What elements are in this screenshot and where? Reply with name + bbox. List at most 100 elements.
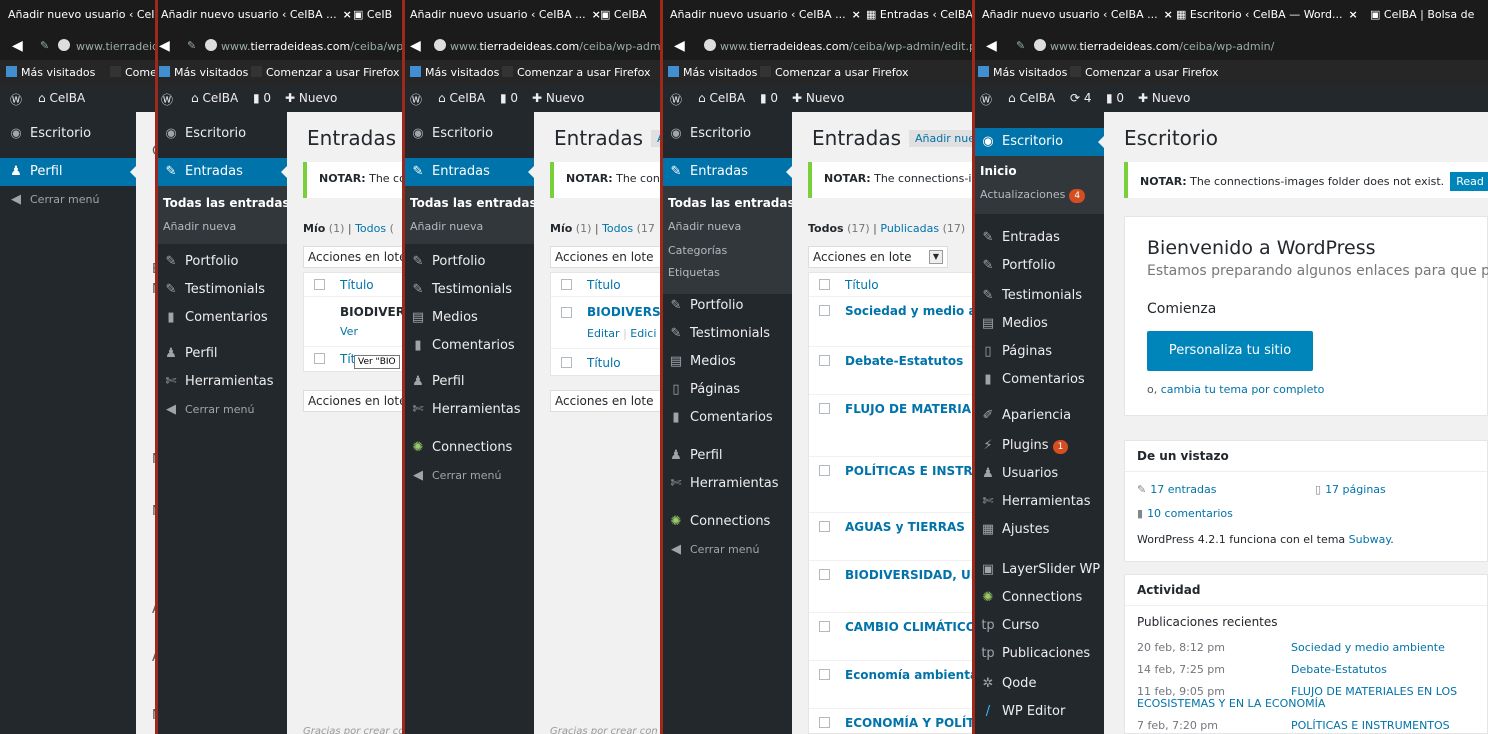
submenu-actualizaciones[interactable]: Actualizaciones 4 [980,188,1086,203]
col-title[interactable]: Título [845,278,879,292]
post-title[interactable]: FLUJO DE MATERIALI [845,402,974,416]
menu-comentarios[interactable]: ▮ Comentarios [155,306,287,330]
new-link[interactable]: ✚ Nuevo [285,91,337,105]
menu-usuarios[interactable]: ♟ Usuarios [972,462,1104,486]
submenu-anadir[interactable]: Añadir nueva [163,220,236,233]
submenu-anadir[interactable]: Añadir nueva [410,220,483,233]
checkbox[interactable] [819,355,830,366]
menu-portfolio[interactable]: ✎ Portfolio [155,250,287,274]
submenu-todas[interactable]: Todas las entradas [668,196,795,210]
menu-escritorio[interactable]: ◉ Escritorio [0,122,136,146]
menu-entradas[interactable]: ✎ Entradas [660,158,792,186]
post-title[interactable]: BIODIVERSI [587,305,662,319]
menu-testimonials[interactable]: ✎ Testimonials [972,284,1104,308]
collapse-menu[interactable]: ◀ Cerrar menú [155,398,287,422]
bookmark-most-visited[interactable]: Más visitados [668,66,757,79]
bookmark-most-visited[interactable]: Más visitados [6,66,95,79]
filter-all[interactable]: Todos (17 [602,222,655,235]
menu-portfolio[interactable]: ✎ Portfolio [660,294,792,318]
menu-escritorio[interactable]: ◉ Escritorio [402,122,534,146]
menu-wpeditor[interactable]: / WP Editor [972,700,1104,724]
bookmark-most-visited[interactable]: Más visitados [978,66,1067,79]
bookmark-firefox[interactable]: Comenzar a usar Firefox [1070,66,1219,79]
post-title[interactable]: Economía ambiental [845,668,974,682]
url-field[interactable]: www.tierradeideas.com/ceiba/wp [221,40,403,53]
close-icon[interactable]: × [343,8,352,21]
menu-paginas[interactable]: ▯ Páginas [972,340,1104,364]
col-title-footer[interactable]: Título [587,356,621,370]
comments-link[interactable]: ▮ 0 [500,91,518,105]
checkbox[interactable] [819,669,830,680]
checkbox[interactable] [819,305,830,316]
checkbox[interactable] [561,357,572,368]
back-arrow-icon[interactable]: ◀ [410,38,421,54]
post-title[interactable]: BIODIVERSIDAD, UN [845,568,974,582]
bookmark-most-visited[interactable]: Más visitados [410,66,499,79]
tab-add-user[interactable]: Añadir nuevo usuario ‹ CeIBA ... × [161,8,352,21]
checkbox[interactable] [314,353,325,364]
checkbox[interactable] [561,307,572,318]
menu-testimonials[interactable]: ✎ Testimonials [155,278,287,302]
wordpress-logo-icon[interactable]: Ⓦ [980,91,992,108]
col-title[interactable]: Título [587,278,621,292]
tab-next[interactable]: ▣ CeIBA [600,8,647,21]
read-more-button[interactable]: Read mo [1450,172,1488,191]
site-name-link[interactable]: ⌂ CeIBA [698,91,745,105]
bulk-actions-select[interactable]: Acciones en lote [303,246,405,268]
bookmark-firefox[interactable]: Comenzar a usar Firefox [502,66,651,79]
filter-published[interactable]: Publicadas (17) [880,222,965,235]
bookmark-firefox[interactable]: Comenza [110,66,160,79]
filter-all[interactable]: Todos (17) [808,222,870,235]
row-actions[interactable]: Editar | Edici [587,327,656,340]
activity-link[interactable]: Sociedad y medio ambiente [1291,641,1445,654]
menu-entradas[interactable]: ✎ Entradas [155,158,287,186]
menu-curso[interactable]: tp Curso [972,614,1104,638]
posts-count-link[interactable]: ✎ 17 entradas [1137,483,1216,496]
menu-medios[interactable]: ▤ Medios [972,312,1104,336]
checkbox[interactable] [819,717,830,728]
back-arrow-icon[interactable]: ◀ [159,38,170,54]
customize-button[interactable]: Personaliza tu sitio [1147,331,1313,371]
activity-link[interactable]: POLÍTICAS E INSTRUMENTOS [1291,719,1450,732]
post-title[interactable]: Debate-Estatutos [845,354,963,368]
bulk-actions-select[interactable]: Acciones en lote ▼ [808,246,948,268]
tab-add-user[interactable]: Añadir nuevo usuario ‹ CeIBA ... × [982,8,1173,21]
tab-add-user[interactable]: Añadir nuevo usuario ‹ CeIBA ... × [410,8,601,21]
submenu-categorias[interactable]: Categorías [668,244,727,257]
submenu-todas[interactable]: Todas las entradas [163,196,290,210]
change-theme-link[interactable]: cambia tu tema por completo [1161,383,1325,396]
bulk-actions-select-bottom[interactable]: Acciones en lote [303,390,405,412]
submenu-todas[interactable]: Todas las entradas [410,196,537,210]
menu-testimonials[interactable]: ✎ Testimonials [660,322,792,346]
menu-medios[interactable]: ▤ Medios [402,306,534,330]
collapse-menu[interactable]: ◀ Cerrar menú [402,464,534,488]
back-arrow-icon[interactable]: ◀ [674,38,685,54]
menu-comentarios[interactable]: ▮ Comentarios [660,406,792,430]
menu-paginas[interactable]: ▯ Páginas [660,378,792,402]
collapse-menu[interactable]: ◀ Cerrar menú [660,538,792,562]
checkbox[interactable] [819,465,830,476]
back-arrow-icon[interactable]: ◀ [986,38,997,54]
wordpress-logo-icon[interactable]: Ⓦ [10,91,22,108]
menu-perfil[interactable]: ♟ Perfil [660,444,792,468]
menu-connections[interactable]: ✺ Connections [402,436,534,460]
close-icon[interactable]: × [1164,8,1173,21]
activity-link-cont[interactable]: ECOSISTEMAS Y EN LA ECONOMÍA [1137,697,1325,710]
menu-plugins[interactable]: ⚡ Plugins 1 [972,434,1104,458]
menu-perfil[interactable]: ♟ Perfil [0,158,136,186]
menu-comentarios[interactable]: ▮ Comentarios [402,334,534,358]
tab-bolsa[interactable]: ▣ CeIBA | Bolsa de [1370,8,1474,21]
comments-count-link[interactable]: ▮ 10 comentarios [1137,507,1233,520]
filter-mine[interactable]: Mío (1) [303,222,344,235]
menu-portfolio[interactable]: ✎ Portfolio [972,254,1104,278]
menu-perfil[interactable]: ♟ Perfil [155,342,287,366]
menu-entradas[interactable]: ✎ Entradas [402,158,534,186]
checkbox[interactable] [561,279,572,290]
menu-escritorio[interactable]: ◉ Escritorio [972,128,1104,156]
checkbox[interactable] [819,279,830,290]
comments-link[interactable]: ▮ 0 [760,91,778,105]
submenu-inicio[interactable]: Inicio [980,164,1017,178]
checkbox[interactable] [314,279,325,290]
new-link[interactable]: ✚ Nuevo [1138,91,1190,105]
theme-link[interactable]: Subway [1349,533,1391,546]
